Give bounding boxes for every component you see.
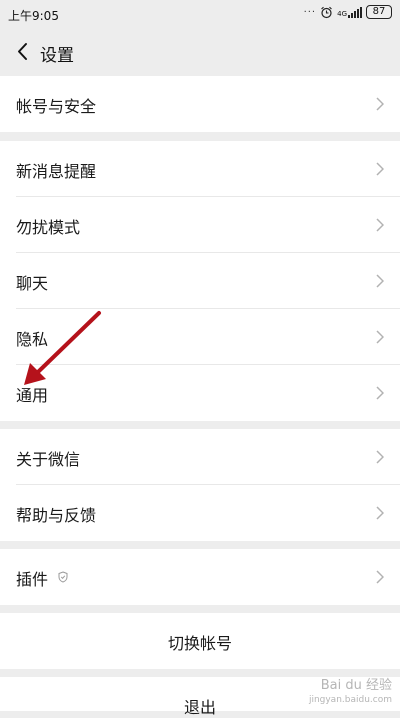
more-dots-icon: ··· (303, 6, 317, 18)
menu-item-label: 插件 (16, 570, 49, 589)
watermark-url: jingyan.baidu.com (308, 695, 392, 705)
signal-icon: 4G (337, 6, 362, 18)
watermark: Bai du 经验 jingyan.baidu.com (309, 679, 392, 707)
menu-item-label: 帐号与安全 (16, 97, 97, 116)
page-title: 设置 (40, 46, 74, 66)
chevron-right-icon (376, 218, 384, 232)
status-icons: ··· 4G 87 (304, 5, 392, 19)
switch-account-label: 切换帐号 (167, 634, 232, 653)
menu-item-general[interactable]: 通用 (0, 365, 400, 421)
chevron-right-icon (376, 97, 384, 111)
chevron-right-icon (376, 386, 384, 400)
chevron-right-icon (376, 274, 384, 288)
back-arrow-icon (18, 43, 27, 60)
chevron-right-icon (376, 450, 384, 464)
chevron-right-icon (376, 330, 384, 344)
menu-item-privacy[interactable]: 隐私 (0, 309, 400, 365)
chevron-right-icon (376, 570, 384, 584)
menu-item-help-feedback[interactable]: 帮助与反馈 (0, 485, 400, 541)
menu-item-label: 新消息提醒 (16, 162, 97, 181)
watermark-brand: Bai du 经验 (320, 678, 392, 693)
nav-bar: 设置 (0, 28, 400, 76)
network-type: 4G (337, 9, 347, 18)
menu-item-label: 通用 (16, 386, 49, 405)
switch-account-button[interactable]: 切换帐号 (0, 613, 400, 669)
menu-item-about-wechat[interactable]: 关于微信 (0, 429, 400, 485)
status-bar: 上午9:05 ··· 4G 87 (0, 0, 400, 28)
menu-item-label: 隐私 (16, 330, 49, 349)
menu-item-do-not-disturb[interactable]: 勿扰模式 (0, 197, 400, 253)
shield-icon (58, 571, 68, 583)
menu-item-label: 聊天 (16, 274, 49, 293)
menu-item-label: 帮助与反馈 (16, 506, 97, 525)
menu-item-chat[interactable]: 聊天 (0, 253, 400, 309)
chevron-right-icon (376, 506, 384, 520)
menu-item-label: 勿扰模式 (16, 218, 81, 237)
menu-item-plugins[interactable]: 插件 (0, 549, 400, 605)
alarm-icon (321, 6, 332, 18)
back-button[interactable] (10, 38, 38, 66)
battery-icon: 87 (366, 5, 392, 19)
chevron-right-icon (376, 162, 384, 176)
menu-item-account-security[interactable]: 帐号与安全 (0, 76, 400, 132)
menu-item-label: 关于微信 (16, 450, 81, 469)
status-time: 上午9:05 (8, 9, 59, 23)
menu-item-new-message-alert[interactable]: 新消息提醒 (0, 141, 400, 197)
